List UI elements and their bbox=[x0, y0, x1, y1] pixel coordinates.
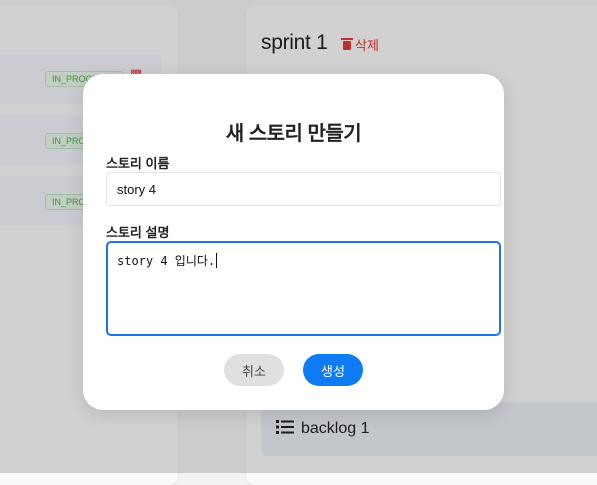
text-caret bbox=[216, 253, 218, 268]
create-button[interactable]: 생성 bbox=[303, 354, 363, 386]
story-description-text: story 4 입니다. bbox=[117, 252, 218, 269]
story-name-input[interactable] bbox=[106, 172, 501, 206]
story-name-label: 스토리 이름 bbox=[106, 156, 170, 171]
modal-title: 새 스토리 만들기 bbox=[225, 123, 362, 145]
story-description-label: 스토리 설명 bbox=[106, 225, 170, 240]
cancel-button[interactable]: 취소 bbox=[224, 354, 284, 386]
create-story-modal: 새 스토리 만들기 스토리 이름 스토리 설명 story 4 입니다. 취소 … bbox=[83, 74, 504, 410]
story-description-value: story 4 입니다. bbox=[117, 254, 216, 268]
